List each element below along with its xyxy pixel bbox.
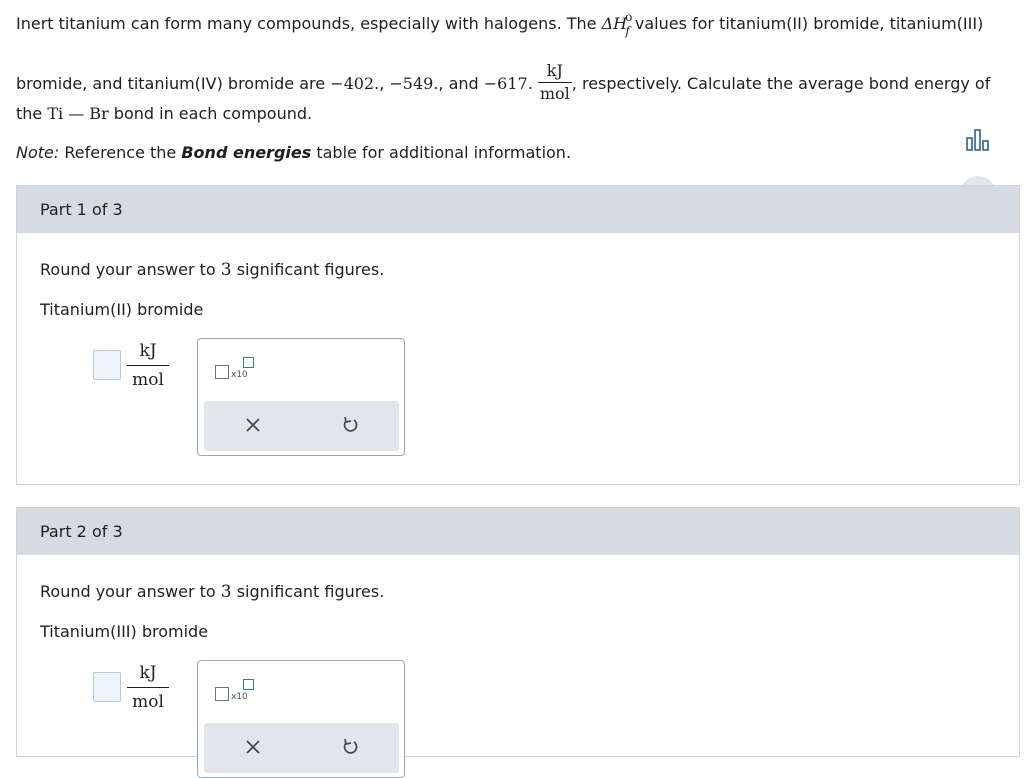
math-palette: x10 (197, 338, 405, 456)
part-1-panel: Part 1 of 3 Round your answer to 3 signi… (16, 185, 1020, 485)
delta-h-symbol: ΔH (601, 14, 628, 33)
round-instruction: Round your answer to 3 significant figur… (40, 582, 385, 602)
scientific-notation-button[interactable]: x10 (215, 679, 257, 703)
note-line: Note: Reference the Bond energies table … (16, 143, 572, 162)
undo-icon[interactable] (338, 413, 362, 437)
bar-chart-icon[interactable] (958, 120, 998, 160)
value-tibr2: −402. (330, 74, 380, 93)
bar-chart-svg (966, 129, 989, 151)
answer-input[interactable] (93, 350, 121, 380)
part-1-header: Part 1 of 3 (17, 186, 1019, 233)
answer-unit: kJ mol (127, 341, 169, 390)
answer-unit: kJ mol (127, 663, 169, 712)
palette-action-bar (204, 401, 399, 451)
part-2-panel: Part 2 of 3 Round your answer to 3 signi… (16, 507, 1020, 778)
compound-label: Titanium(II) bromide (40, 300, 204, 319)
value-tibr3: −549. (389, 74, 439, 93)
answer-input[interactable] (93, 672, 121, 702)
question-line-2: bromide, and titanium(IV) bromide are −4… (16, 61, 991, 103)
palette-action-bar (204, 723, 399, 773)
clear-icon[interactable] (241, 413, 265, 437)
value-tibr4: −617. (483, 74, 533, 93)
compound-label: Titanium(III) bromide (40, 622, 209, 641)
part-2-header: Part 2 of 3 (17, 508, 1019, 555)
undo-icon[interactable] (338, 735, 362, 759)
scientific-notation-button[interactable]: x10 (215, 357, 257, 381)
bond-energies-link[interactable]: Bond energies (181, 143, 311, 162)
ti-br-bond: Ti — Br (47, 104, 109, 123)
question-line-3: the Ti — Br bond in each compound. (16, 104, 313, 123)
clear-icon[interactable] (241, 735, 265, 759)
math-palette: x10 (197, 660, 405, 778)
question-line-1: Inert titanium can form many compounds, … (16, 10, 984, 38)
unit-fraction: kJ mol (537, 61, 572, 103)
round-instruction: Round your answer to 3 significant figur… (40, 260, 385, 280)
